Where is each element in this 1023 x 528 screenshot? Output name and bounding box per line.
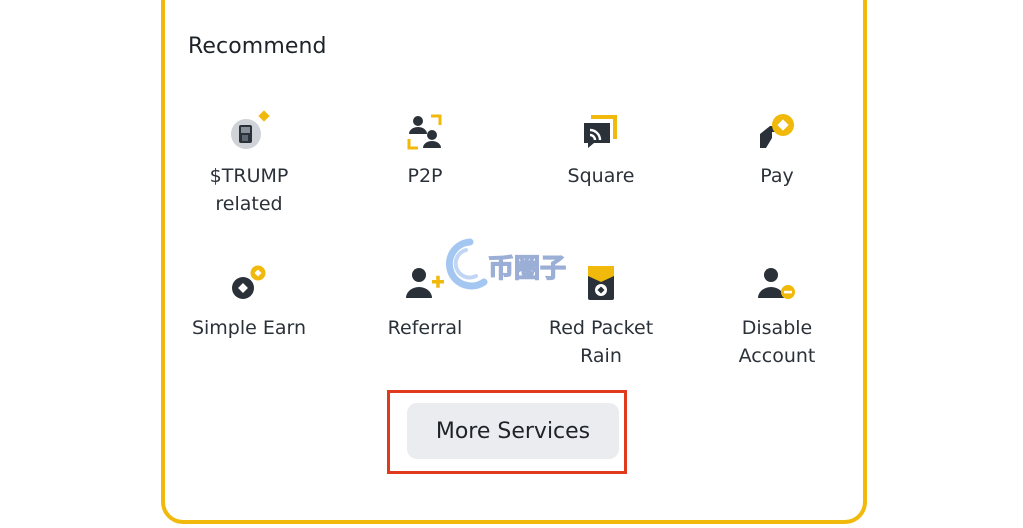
watermark-logo-icon: [445, 238, 488, 290]
watermark-text: 币圈子: [487, 253, 567, 284]
service-square[interactable]: Square: [516, 110, 686, 190]
service-label: Disable Account: [738, 317, 816, 367]
service-label: Simple Earn: [191, 317, 307, 339]
pay-icon: [756, 110, 798, 152]
service-simple-earn[interactable]: Simple Earn: [164, 262, 334, 342]
service-p2p[interactable]: P2P: [340, 110, 510, 190]
p2p-icon: [404, 110, 446, 152]
watermark: 币圈子: [436, 236, 586, 294]
trump-coin-icon: [228, 110, 270, 152]
service-label: Square: [567, 165, 635, 187]
square-feed-icon: [580, 110, 622, 152]
simple-earn-icon: [228, 262, 270, 304]
disable-account-icon: [756, 262, 798, 304]
service-pay[interactable]: Pay: [692, 110, 862, 190]
service-trump-related[interactable]: $TRUMP related: [164, 110, 334, 218]
red-packet-icon: [580, 262, 622, 304]
service-label: Red Packet Rain: [548, 317, 654, 367]
service-label: Referral: [387, 317, 463, 339]
service-label: Pay: [760, 165, 794, 187]
service-disable-account[interactable]: Disable Account: [692, 262, 862, 370]
more-services-button[interactable]: More Services: [407, 403, 619, 459]
section-title: Recommend: [188, 34, 327, 59]
service-label: $TRUMP related: [209, 165, 289, 215]
service-label: P2P: [407, 165, 443, 187]
